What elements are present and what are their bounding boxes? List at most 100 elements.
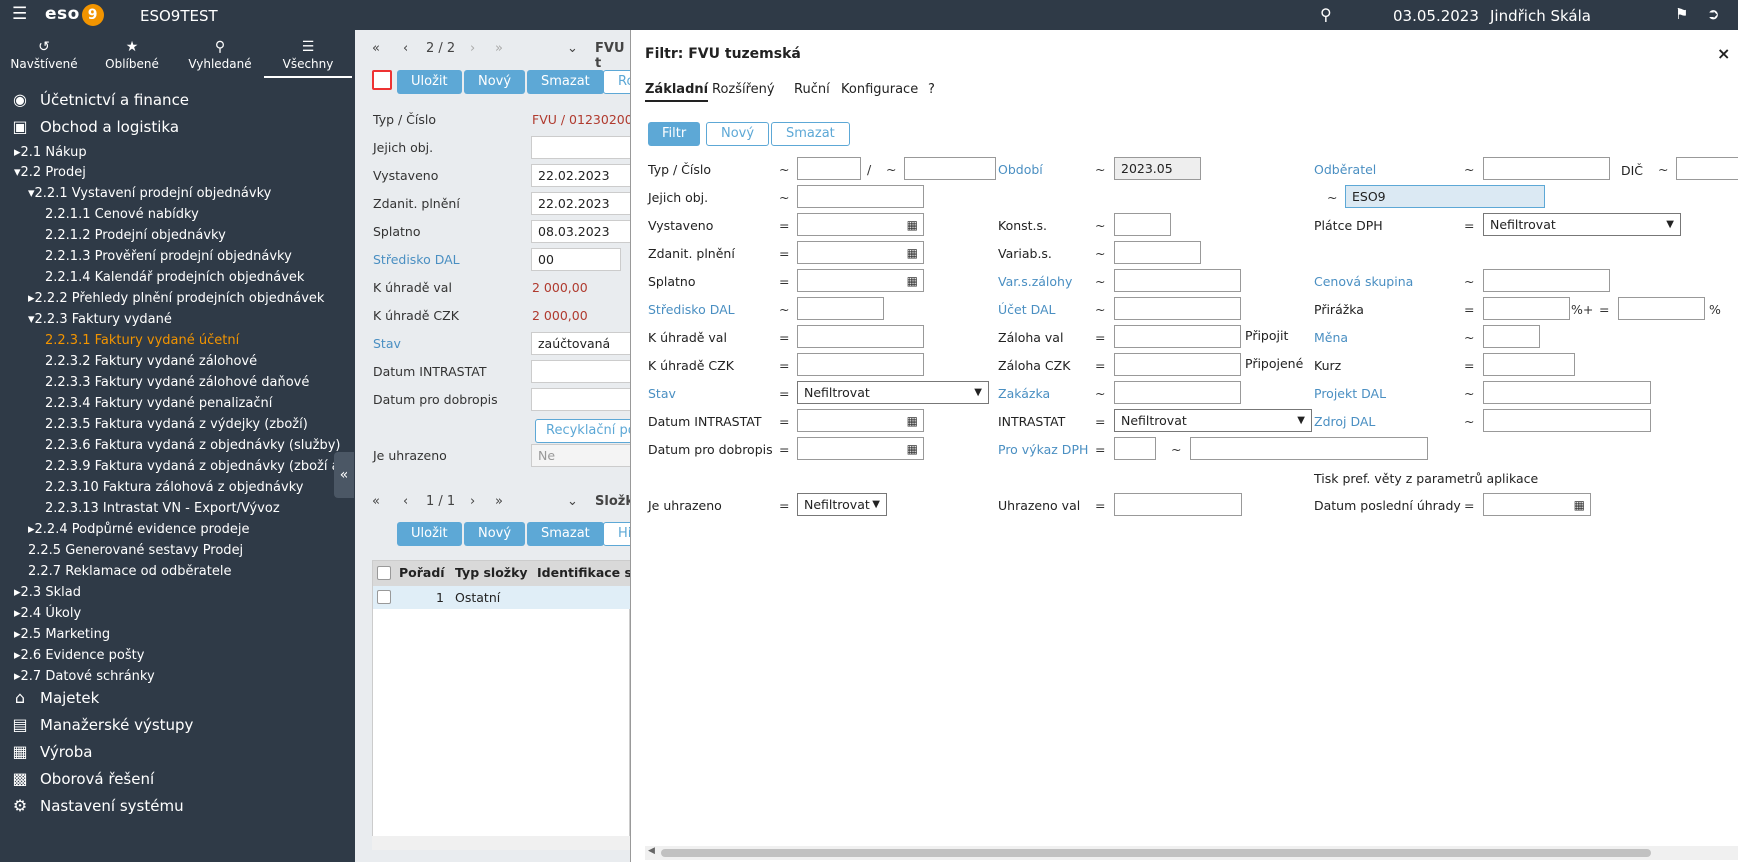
sidebar-item-intrastat-vn[interactable]: 2.2.3.13 Intrastat VN - Export/Vývoz bbox=[45, 501, 280, 516]
intrastat-select[interactable]: Nefiltrovat ▼ bbox=[1114, 409, 1312, 432]
cislo-input[interactable] bbox=[904, 157, 996, 180]
filter-operator[interactable]: = bbox=[1599, 302, 1609, 317]
new-button[interactable]: Nový bbox=[464, 70, 526, 94]
filter-operator[interactable]: ~ bbox=[1464, 162, 1474, 177]
prev-record-icon[interactable]: ‹ bbox=[403, 494, 408, 509]
scrollbar-thumb[interactable] bbox=[661, 849, 1651, 857]
je-uhrazeno-select[interactable]: Nefiltrovat ▼ bbox=[797, 493, 887, 516]
stav-select[interactable]: Nefiltrovat ▼ bbox=[797, 381, 989, 404]
filter-operator[interactable]: ~ bbox=[779, 302, 789, 317]
hamburger-menu-icon[interactable]: ☰ bbox=[12, 6, 27, 23]
sidebar-item-faktury-vydane[interactable]: ▾2.2.3 Faktury vydané bbox=[28, 312, 172, 327]
ucet-dal-input[interactable] bbox=[1114, 297, 1241, 320]
calendar-icon[interactable]: ▦ bbox=[907, 243, 918, 263]
filter-operator[interactable]: ~ bbox=[1327, 190, 1337, 205]
stav-field[interactable]: zaúčtovaná bbox=[531, 332, 631, 355]
filter-operator[interactable]: = bbox=[1095, 358, 1105, 373]
konst-s-input[interactable] bbox=[1114, 213, 1171, 236]
jejich-obj-field[interactable] bbox=[531, 136, 631, 159]
sidebar-item-faktura-zalohova[interactable]: 2.2.3.10 Faktura zálohová z objednávky bbox=[45, 480, 303, 495]
sidebar-item-ukoly[interactable]: ▸2.4 Úkoly bbox=[14, 606, 81, 621]
sidebar-item-reklamace[interactable]: 2.2.7 Reklamace od odběratele bbox=[28, 564, 231, 579]
sidebar-item-kalendar[interactable]: 2.2.1.4 Kalendář prodejních objednávek bbox=[45, 270, 304, 285]
splatno-field[interactable]: 08.03.2023 bbox=[531, 220, 631, 243]
search-icon[interactable]: ⚲ bbox=[1320, 5, 1332, 24]
zakazka-input[interactable] bbox=[1114, 381, 1241, 404]
first-record-icon[interactable]: « bbox=[372, 494, 380, 509]
prirazka-percent-input[interactable] bbox=[1618, 297, 1705, 320]
filter-operator[interactable]: = bbox=[779, 498, 789, 513]
collapse-sidebar-button[interactable]: « bbox=[334, 452, 354, 498]
row-checkbox[interactable] bbox=[377, 590, 391, 604]
filter-operator[interactable]: = bbox=[1095, 330, 1105, 345]
close-icon[interactable]: × bbox=[1717, 44, 1730, 63]
last-record-icon[interactable]: » bbox=[495, 494, 503, 509]
sidebar-item-provereni[interactable]: 2.2.1.3 Prověření prodejní objednávky bbox=[45, 249, 292, 264]
tab-help[interactable]: ? bbox=[928, 82, 935, 97]
sidebar-item-faktury-ucetni[interactable]: 2.2.3.1 Faktury vydané účetní bbox=[45, 333, 239, 348]
filter-operator[interactable]: = bbox=[779, 330, 789, 345]
je-uhrazeno-field[interactable]: Ne bbox=[531, 444, 631, 467]
sidebar-item-prodej[interactable]: ▾2.2 Prodej bbox=[14, 165, 86, 180]
dic-input[interactable] bbox=[1676, 157, 1738, 180]
user-name[interactable]: Jindřich Skála bbox=[1490, 7, 1591, 25]
filter-label[interactable]: Projekt DAL bbox=[1314, 386, 1386, 401]
zaloha-czk-input[interactable] bbox=[1114, 353, 1241, 376]
save-button[interactable]: Uložit bbox=[397, 522, 462, 546]
filter-label[interactable]: Var.s.zálohy bbox=[998, 274, 1072, 289]
pro-vykaz-dph-to-input[interactable] bbox=[1190, 437, 1428, 460]
sidebar-item-vystaveni[interactable]: ▾2.2.1 Vystavení prodejní objednávky bbox=[28, 186, 271, 201]
filter-operator[interactable]: = bbox=[1464, 358, 1474, 373]
filter-operator[interactable]: ~ bbox=[1464, 330, 1474, 345]
tab-zakladni[interactable]: Základní bbox=[645, 82, 709, 102]
column-header[interactable]: Pořadí bbox=[399, 565, 445, 580]
column-header[interactable]: Typ složky bbox=[455, 565, 528, 580]
stredisko-dal-field[interactable]: 00 bbox=[531, 248, 621, 271]
sidebar-item-evidence-posty[interactable]: ▸2.6 Evidence pošty bbox=[14, 648, 144, 663]
stredisko-dal-input[interactable] bbox=[797, 297, 884, 320]
filter-operator[interactable]: ~ bbox=[779, 162, 789, 177]
filter-button[interactable]: Filtr bbox=[648, 122, 701, 146]
tab-rucni[interactable]: Ruční bbox=[794, 82, 830, 97]
logout-icon[interactable]: ➲ bbox=[1707, 5, 1720, 23]
delete-button[interactable]: Smazat bbox=[771, 122, 850, 146]
filter-label[interactable]: Pro výkaz DPH bbox=[998, 442, 1088, 457]
zdanit-plneni-input[interactable]: ▦ bbox=[797, 241, 924, 264]
sidebar-item-nakup[interactable]: ▸2.1 Nákup bbox=[14, 145, 87, 160]
filter-label[interactable]: Období bbox=[998, 162, 1043, 177]
sidebar-item-faktura-zbozi-sluzby[interactable]: 2.2.3.9 Faktura vydaná z objednávky (zbo… bbox=[45, 459, 350, 474]
sidebar-item-prehledy[interactable]: ▸2.2.2 Přehledy plnění prodejních objedn… bbox=[28, 291, 324, 306]
tab-rozsireny[interactable]: Rozšířený bbox=[712, 82, 775, 97]
datum-intrastat-input[interactable]: ▦ bbox=[797, 409, 924, 432]
typ-input[interactable] bbox=[797, 157, 861, 180]
odberatel-input[interactable] bbox=[1483, 157, 1610, 180]
sidebar-item-ucetnictvi[interactable]: ◉ Účetnictví a finance bbox=[8, 90, 189, 109]
datum-dobropis-field[interactable] bbox=[531, 388, 631, 411]
table-row[interactable]: 1 Ostatní bbox=[373, 586, 631, 609]
filter-operator[interactable]: = bbox=[1095, 442, 1105, 457]
datum-intrastat-field[interactable] bbox=[531, 360, 631, 383]
tab-vyhledane[interactable]: ⚲ Vyhledané bbox=[176, 40, 264, 71]
filter-label[interactable]: Účet DAL bbox=[998, 302, 1056, 317]
delete-button[interactable]: Smazat bbox=[527, 70, 604, 94]
prev-record-icon[interactable]: ‹ bbox=[403, 41, 408, 56]
filter-operator[interactable]: = bbox=[779, 414, 789, 429]
projekt-dal-input[interactable] bbox=[1483, 381, 1651, 404]
zaloha-val-input[interactable] bbox=[1114, 325, 1241, 348]
filter-operator[interactable]: = bbox=[1464, 218, 1474, 233]
k-uhrade-val-input[interactable] bbox=[797, 325, 924, 348]
sidebar-item-obchod[interactable]: ▣ Obchod a logistika bbox=[8, 117, 179, 136]
sidebar-item-faktura-vydejky[interactable]: 2.2.3.5 Faktura vydaná z výdejky (zboží) bbox=[45, 417, 308, 432]
sidebar-item-podpurne[interactable]: ▸2.2.4 Podpůrné evidence prodeje bbox=[28, 522, 250, 537]
save-button[interactable]: Uložit bbox=[397, 70, 462, 94]
filter-label[interactable]: Středisko DAL bbox=[648, 302, 735, 317]
filter-operator[interactable]: ~ bbox=[1095, 274, 1105, 289]
horizontal-scrollbar[interactable] bbox=[372, 836, 630, 850]
odberatel-name-input[interactable]: ESO9 bbox=[1345, 185, 1545, 208]
tab-navstivene[interactable]: ↺ Navštívené bbox=[0, 40, 88, 71]
obdobi-input[interactable]: 2023.05 bbox=[1114, 157, 1201, 180]
k-uhrade-czk-input[interactable] bbox=[797, 353, 924, 376]
zdroj-dal-input[interactable] bbox=[1483, 409, 1651, 432]
calendar-icon[interactable]: ▦ bbox=[907, 271, 918, 291]
jejich-obj-input[interactable] bbox=[797, 185, 924, 208]
